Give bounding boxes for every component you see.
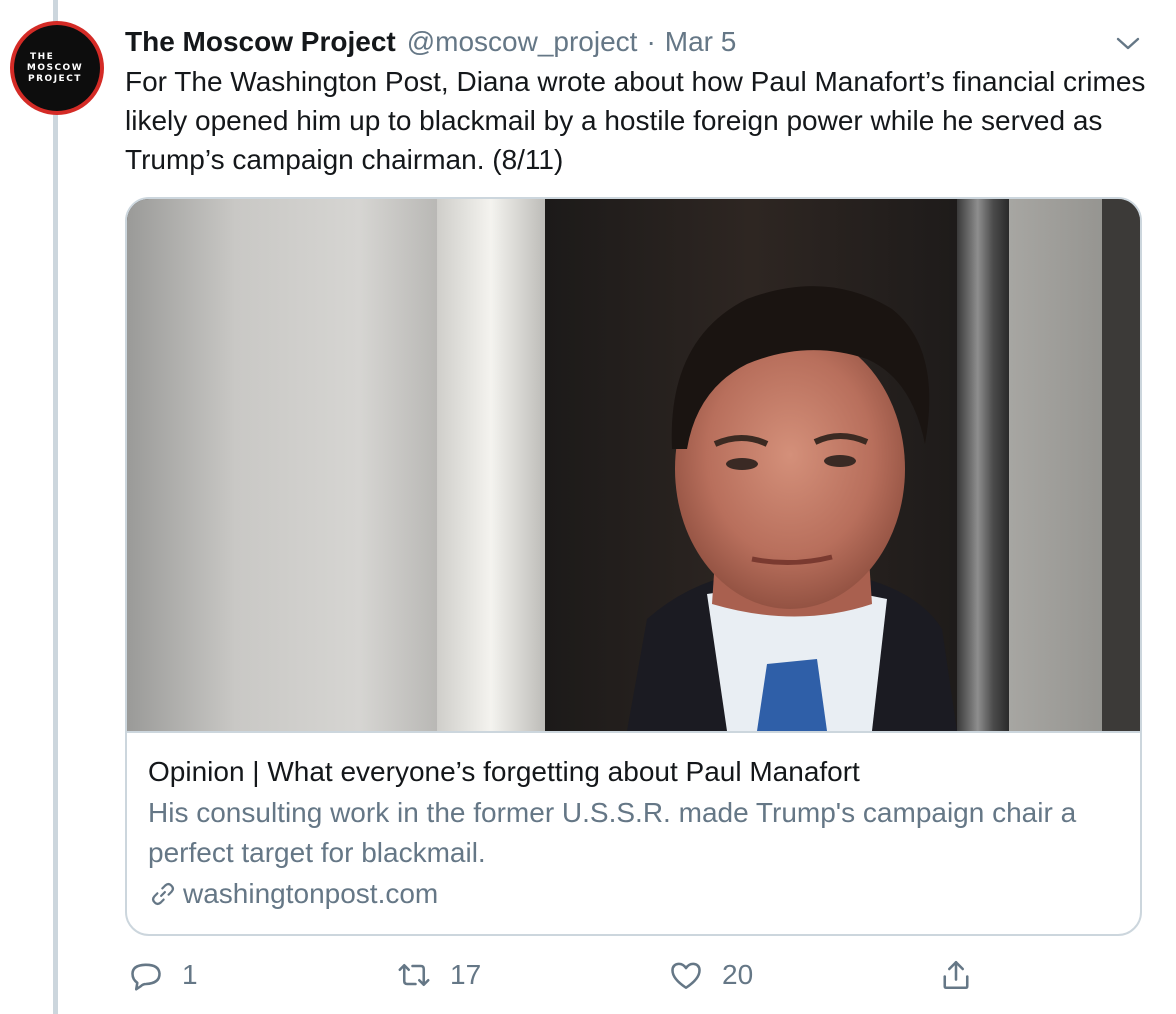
author-handle[interactable]: @moscow_project [407,22,638,62]
card-image[interactable] [127,199,1140,731]
like-count: 20 [722,959,754,990]
thread-line [53,0,58,1014]
retweet-icon [398,963,430,987]
chevron-down-icon[interactable] [1113,30,1143,56]
header-separator: · [646,26,656,57]
card-domain[interactable]: washingtonpost.com [148,874,438,914]
author-name[interactable]: The Moscow Project [125,22,396,62]
avatar[interactable]: THE MOSCOW PROJECT [10,21,104,115]
tweet-actions: 1 17 20 [128,952,988,998]
retweet-button[interactable]: 17 [396,952,481,998]
avatar-logo-line: MOSCOW [26,62,84,73]
avatar-logo: THE MOSCOW PROJECT [14,25,100,111]
link-card[interactable]: Opinion | What everyone’s forgetting abo… [125,197,1142,936]
card-divider [127,731,1140,733]
heart-icon [671,962,701,990]
reply-button[interactable]: 1 [128,952,198,998]
link-icon [151,882,175,906]
avatar-logo-line: THE [30,51,55,62]
tweet-header: The Moscow Project @moscow_project · Mar… [125,22,736,62]
card-description: His consulting work in the former U.S.S.… [148,797,1077,868]
card-title[interactable]: Opinion | What everyone’s forgetting abo… [148,752,860,792]
tweet-text: For The Washington Post, Diana wrote abo… [125,66,1146,175]
card-domain-text: washingtonpost.com [183,878,439,909]
share-icon [943,960,969,990]
tweet-date[interactable]: Mar 5 [665,22,737,62]
reply-icon [131,963,161,991]
share-button[interactable] [938,952,974,998]
avatar-logo-line: PROJECT [28,73,82,84]
reply-count: 1 [182,959,198,990]
retweet-count: 17 [450,959,482,990]
like-button[interactable]: 20 [668,952,753,998]
